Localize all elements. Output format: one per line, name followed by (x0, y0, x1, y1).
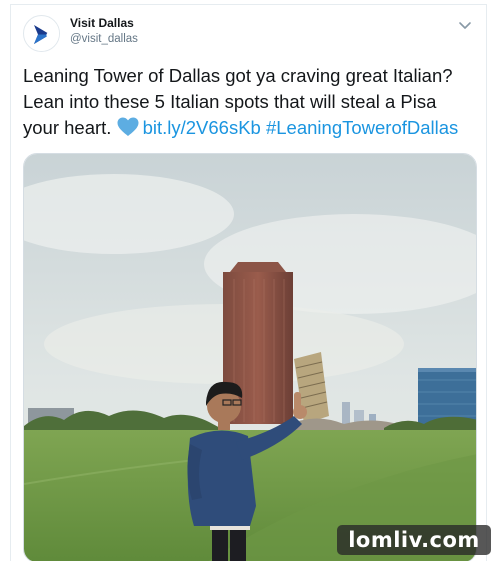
author-name[interactable]: Visit Dallas (70, 16, 134, 30)
tweet-text: Leaning Tower of Dallas got ya craving g… (23, 63, 473, 141)
tweet-link[interactable]: bit.ly/2V66sKb (143, 117, 261, 138)
visit-dallas-logo-icon (24, 16, 59, 51)
watermark: lomliv.com (337, 525, 491, 555)
tweet-header: Visit Dallas @visit_dallas (23, 15, 473, 55)
chevron-down-icon[interactable] (457, 17, 473, 33)
tweet-photo[interactable] (23, 153, 477, 561)
tweet-hashtag[interactable]: #LeaningTowerofDallas (266, 117, 458, 138)
avatar[interactable] (23, 15, 60, 52)
tweet-card: Visit Dallas @visit_dallas Leaning Tower… (10, 4, 487, 561)
author-handle[interactable]: @visit_dallas (70, 33, 138, 45)
blue-heart-icon (117, 117, 139, 137)
photo-leaning-tower-scene (24, 154, 476, 561)
